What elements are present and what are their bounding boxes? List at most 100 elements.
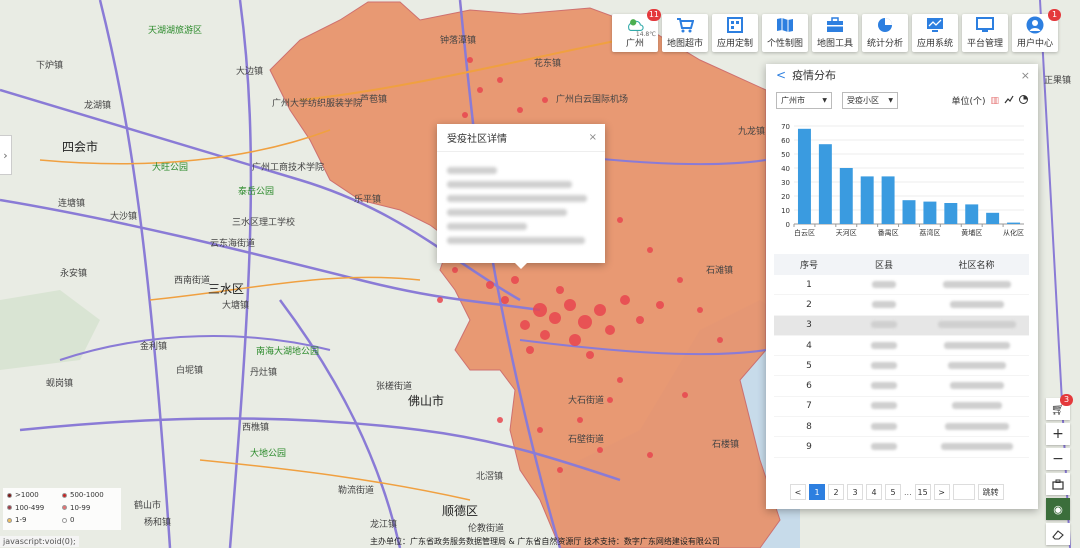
row-district (844, 422, 924, 432)
map-place-label: 大沙镇 (110, 212, 138, 222)
app-custom-button[interactable]: 应用定制 (712, 14, 758, 52)
eraser-button[interactable] (1046, 523, 1070, 545)
page-2[interactable]: 2 (828, 484, 844, 500)
city-select[interactable]: 广州市 ▼ (776, 92, 832, 109)
map-place-label: 天湖湖旅游区 (148, 26, 203, 36)
legend-item: 500-1000 (62, 491, 117, 502)
map-place-label: 鹤山市 (134, 501, 162, 511)
line-chart-icon[interactable] (1004, 95, 1014, 107)
table-row[interactable]: 6 (774, 376, 1029, 397)
header-district: 区县 (874, 261, 893, 271)
redacted-line (447, 195, 587, 202)
folded-map-icon (776, 17, 794, 33)
map-place-label: 四会市 (62, 140, 99, 154)
map-supermarket-button[interactable]: 地图超市 (662, 14, 708, 52)
minus-icon: − (1052, 451, 1064, 467)
table-row[interactable]: 9 (774, 437, 1029, 458)
page-4[interactable]: 4 (866, 484, 882, 500)
next-page-button[interactable]: > (933, 484, 950, 500)
statistics-button[interactable]: 统计分析 (862, 14, 908, 52)
legend-swatch (7, 492, 12, 498)
table-row[interactable]: 2 (774, 295, 1029, 316)
row-district (844, 381, 924, 391)
chart-bar[interactable] (797, 128, 811, 224)
panel-title: 疫情分布 (792, 69, 837, 82)
personal-map-button[interactable]: 个性制图 (762, 14, 808, 52)
popup-close-icon[interactable]: × (589, 132, 597, 143)
zoom-out-button[interactable]: − (1046, 448, 1070, 470)
row-number: 6 (806, 381, 812, 392)
row-number: 5 (806, 360, 812, 371)
table-row[interactable]: 8 (774, 417, 1029, 438)
map-place-label: 伦教街道 (468, 524, 505, 534)
chart-bar[interactable] (1007, 222, 1021, 224)
chart-bar[interactable] (902, 200, 916, 224)
chart-bar[interactable] (965, 204, 979, 224)
platform-mgmt-button[interactable]: 平台管理 (962, 14, 1008, 52)
map-place-label: 钟落潭镇 (440, 36, 477, 46)
bar-chart-icon[interactable]: ▥ (990, 96, 999, 106)
panel-close-icon[interactable]: × (1021, 69, 1030, 82)
map-tools-button[interactable]: 地图工具 (812, 14, 858, 52)
row-community (924, 442, 1029, 452)
map-place-label: 云东海街道 (210, 239, 256, 249)
page-jump-button[interactable]: 跳转 (977, 484, 1004, 500)
map-place-label: 三水区 (208, 282, 245, 296)
chart-bar[interactable] (986, 212, 1000, 224)
page-3[interactable]: 3 (847, 484, 863, 500)
cart-button[interactable]: 🛒︎ 3 (1046, 394, 1073, 420)
chart-bar[interactable] (923, 201, 937, 224)
top-toolbar: 广州 14.8℃ 11 地图超市 应用定制 个性制图 地图工具 统计分析 应用系… (612, 9, 1061, 52)
page-jump-input[interactable] (952, 484, 975, 500)
row-district (844, 361, 924, 371)
map-place-label: 大塘镇 (222, 301, 250, 311)
personal-map-label: 个性制图 (766, 39, 803, 49)
weather-button[interactable]: 广州 14.8℃ 11 (612, 9, 661, 52)
pie-chart-icon[interactable] (1019, 94, 1028, 107)
page-ellipsis: ... (904, 487, 912, 497)
status-url: javascript:void(0); (0, 536, 79, 547)
table-row[interactable]: 1 (774, 275, 1029, 296)
app-system-button[interactable]: 应用系统 (912, 14, 958, 52)
redacted-text (942, 280, 1011, 288)
table-row[interactable]: 7 (774, 397, 1029, 418)
user-center-button[interactable]: 用户中心 1 (1012, 9, 1061, 52)
redacted-line (447, 209, 567, 216)
map-place-label: 大石街道 (568, 396, 605, 406)
legend-label: 0 (70, 516, 75, 525)
chart-bar[interactable] (839, 168, 853, 224)
type-select-value: 受疫小区 (847, 96, 879, 105)
map-place-label: 佛山市 (408, 394, 445, 408)
zoom-in-button[interactable]: + (1046, 423, 1070, 445)
basemap-switch-button[interactable]: ◉ (1046, 498, 1070, 520)
redacted-text (871, 341, 897, 349)
map-place-label: 连塘镇 (58, 199, 86, 209)
chart-x-label: 从化区 (1003, 228, 1024, 237)
table-row[interactable]: 5 (774, 356, 1029, 377)
page-5[interactable]: 5 (885, 484, 901, 500)
map-place-label: 广州白云国际机场 (556, 95, 629, 105)
type-select[interactable]: 受疫小区 ▼ (842, 92, 898, 109)
user-badge: 1 (1048, 9, 1061, 21)
page-last[interactable]: 15 (914, 484, 931, 500)
redacted-text (951, 402, 1002, 410)
redacted-text (949, 300, 1004, 308)
map-place-label: 北滘镇 (476, 472, 504, 482)
community-table: 序号 区县 社区名称 1 2 3 4 5 6 7 8 9 (774, 254, 1029, 458)
back-arrow-icon[interactable]: < (776, 68, 786, 82)
monitor-chart-icon (926, 17, 944, 33)
map-place-label: 西南街道 (174, 276, 211, 286)
prev-page-button[interactable]: < (790, 484, 806, 500)
caret-down-icon: ▼ (888, 97, 893, 104)
table-row[interactable]: 4 (774, 336, 1029, 357)
chart-bar[interactable] (860, 176, 874, 224)
page-1[interactable]: 1 (809, 484, 825, 500)
chart-bar[interactable] (944, 203, 958, 224)
chart-bar[interactable] (818, 144, 832, 224)
table-row[interactable]: 3 (774, 315, 1029, 336)
chart-bar[interactable] (881, 176, 895, 224)
map-place-label: 花东镇 (534, 59, 562, 69)
toolbox-button[interactable] (1046, 473, 1070, 495)
chart-y-tick: 40 (781, 165, 790, 173)
left-panel-toggle[interactable]: › (0, 135, 12, 175)
